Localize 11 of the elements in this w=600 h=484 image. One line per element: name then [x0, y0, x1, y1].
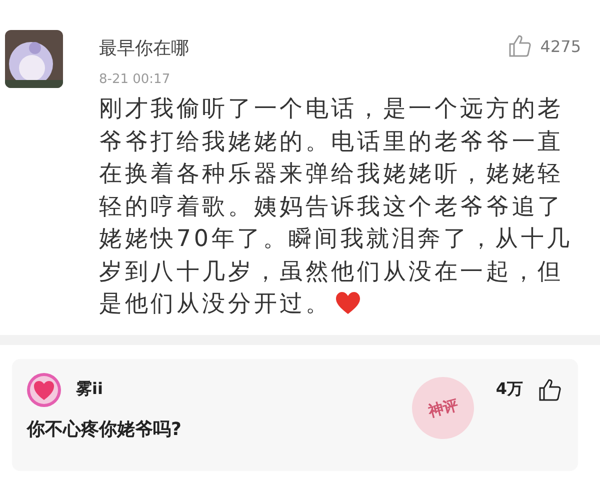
thumbs-up-icon[interactable] — [538, 378, 562, 402]
comment-text: 刚才我偷听了一个电话，是一个远方的老爷爷打给我姥姥的。电话里的老爷爷一直在换着各种乐器来弹给我姥姥听，姥姥轻轻的哼着歌。姨妈告诉我这个老爷爷追了姥姥快70年了。瞬间我就泪奔了，从十几岁到八十几岁，虽然他们从没在一起，但是他们从没分开过。 — [99, 95, 574, 319]
like-count: 4275 — [540, 36, 581, 56]
username[interactable]: 最早你在哪 — [99, 36, 189, 60]
heart-icon — [335, 291, 362, 315]
reply-text: 你不心疼你姥爷吗? — [27, 418, 182, 440]
user-avatar[interactable] — [27, 372, 61, 406]
comment-time: 8-21 00:17 — [99, 72, 172, 87]
like-count: 4万 — [496, 379, 523, 400]
user-avatar[interactable] — [5, 30, 63, 88]
thumbs-up-icon[interactable] — [508, 34, 532, 58]
